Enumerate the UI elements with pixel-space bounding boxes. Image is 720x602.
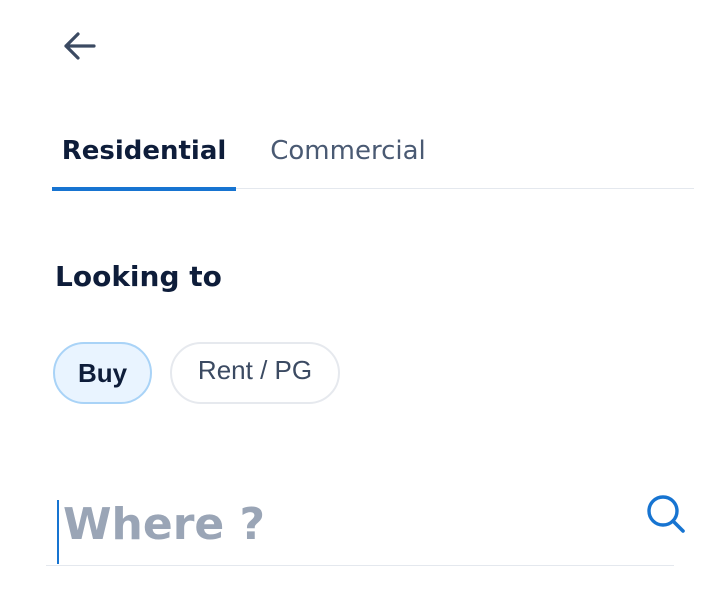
- tab-commercial-label: Commercial: [270, 135, 426, 166]
- text-caret: [57, 500, 59, 564]
- buy-chip[interactable]: Buy: [53, 342, 152, 404]
- arrow-left-icon: [61, 31, 97, 66]
- buy-chip-label: Buy: [77, 357, 128, 388]
- search-icon: [644, 492, 688, 541]
- rent-pg-chip[interactable]: Rent / PG: [170, 342, 340, 404]
- property-type-tabs: Residential Commercial: [52, 112, 694, 191]
- location-search-input[interactable]: [63, 492, 623, 556]
- location-search-field: [46, 480, 685, 566]
- tab-residential[interactable]: Residential: [52, 112, 236, 191]
- back-button[interactable]: [56, 28, 102, 68]
- search-screen: Residential Commercial Looking to Buy Re…: [0, 0, 720, 602]
- search-button[interactable]: [638, 488, 694, 544]
- tab-residential-label: Residential: [61, 135, 227, 166]
- rent-pg-chip-label: Rent / PG: [197, 354, 313, 385]
- looking-to-heading: Looking to: [55, 260, 222, 293]
- tab-commercial[interactable]: Commercial: [260, 112, 436, 189]
